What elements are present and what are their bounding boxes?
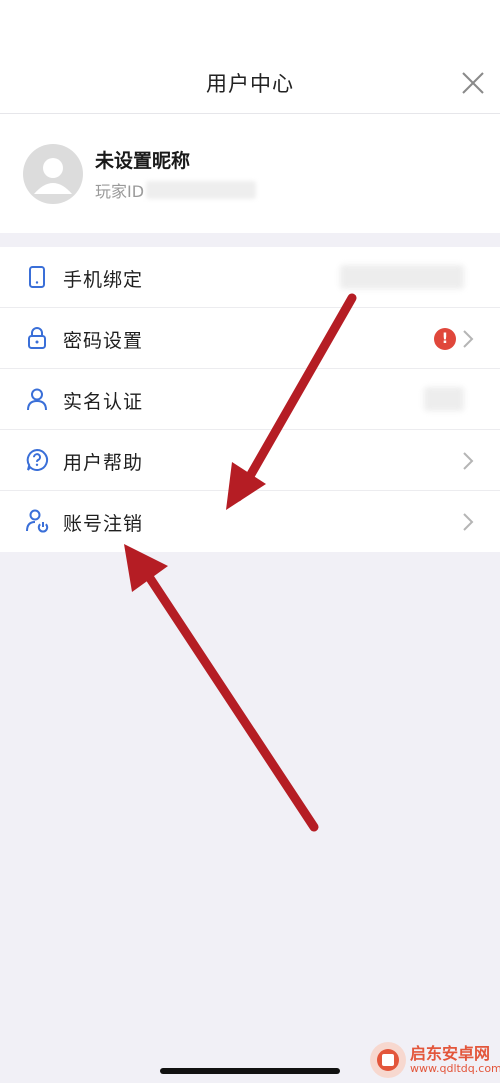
watermark-name: 启东安卓网 xyxy=(410,1044,491,1063)
player-id-masked xyxy=(146,181,257,199)
menu-item-password-settings[interactable]: 密码设置 ! xyxy=(0,308,500,369)
alert-badge: ! xyxy=(434,328,456,350)
real-name-masked-value xyxy=(424,387,464,411)
avatar[interactable] xyxy=(23,144,83,204)
menu-item-account-deletion[interactable]: 账号注销 xyxy=(0,491,500,552)
player-id-label: 玩家ID xyxy=(95,182,145,201)
chevron-right-icon xyxy=(463,452,474,470)
player-id-row: 玩家ID xyxy=(95,178,257,202)
close-button[interactable] xyxy=(456,66,490,100)
watermark: 启东安卓网 www.qdltdq.com xyxy=(368,1040,500,1080)
nickname: 未设置昵称 xyxy=(95,150,191,172)
help-icon xyxy=(26,448,49,471)
menu-item-label: 账号注销 xyxy=(63,513,144,535)
menu-item-label: 手机绑定 xyxy=(63,269,144,291)
menu-item-label: 实名认证 xyxy=(63,391,144,413)
menu-item-label: 密码设置 xyxy=(63,330,144,352)
menu-list: 手机绑定 密码设置 ! 实名认证 用户帮助 账号注销 xyxy=(0,247,500,552)
menu-item-real-name-verification[interactable]: 实名认证 xyxy=(0,369,500,430)
chevron-right-icon xyxy=(463,330,474,348)
close-icon xyxy=(462,72,484,94)
lock-icon xyxy=(28,327,46,349)
chevron-right-icon xyxy=(463,513,474,531)
home-indicator[interactable] xyxy=(160,1068,340,1074)
phone-icon xyxy=(29,266,45,288)
menu-item-label: 用户帮助 xyxy=(63,452,144,474)
user-power-icon xyxy=(26,509,49,533)
header-bar: 用户中心 xyxy=(0,52,500,114)
user-icon xyxy=(27,388,47,411)
menu-item-user-help[interactable]: 用户帮助 xyxy=(0,430,500,491)
page-title: 用户中心 xyxy=(206,72,294,96)
phone-masked-value xyxy=(340,265,464,289)
default-avatar-icon xyxy=(34,158,72,194)
watermark-logo-icon xyxy=(370,1042,406,1078)
watermark-url: www.qdltdq.com xyxy=(410,1062,500,1075)
menu-item-phone-binding[interactable]: 手机绑定 xyxy=(0,247,500,308)
profile-section[interactable]: 未设置昵称 玩家ID xyxy=(0,114,500,233)
annotation-arrow-lower xyxy=(124,544,319,832)
